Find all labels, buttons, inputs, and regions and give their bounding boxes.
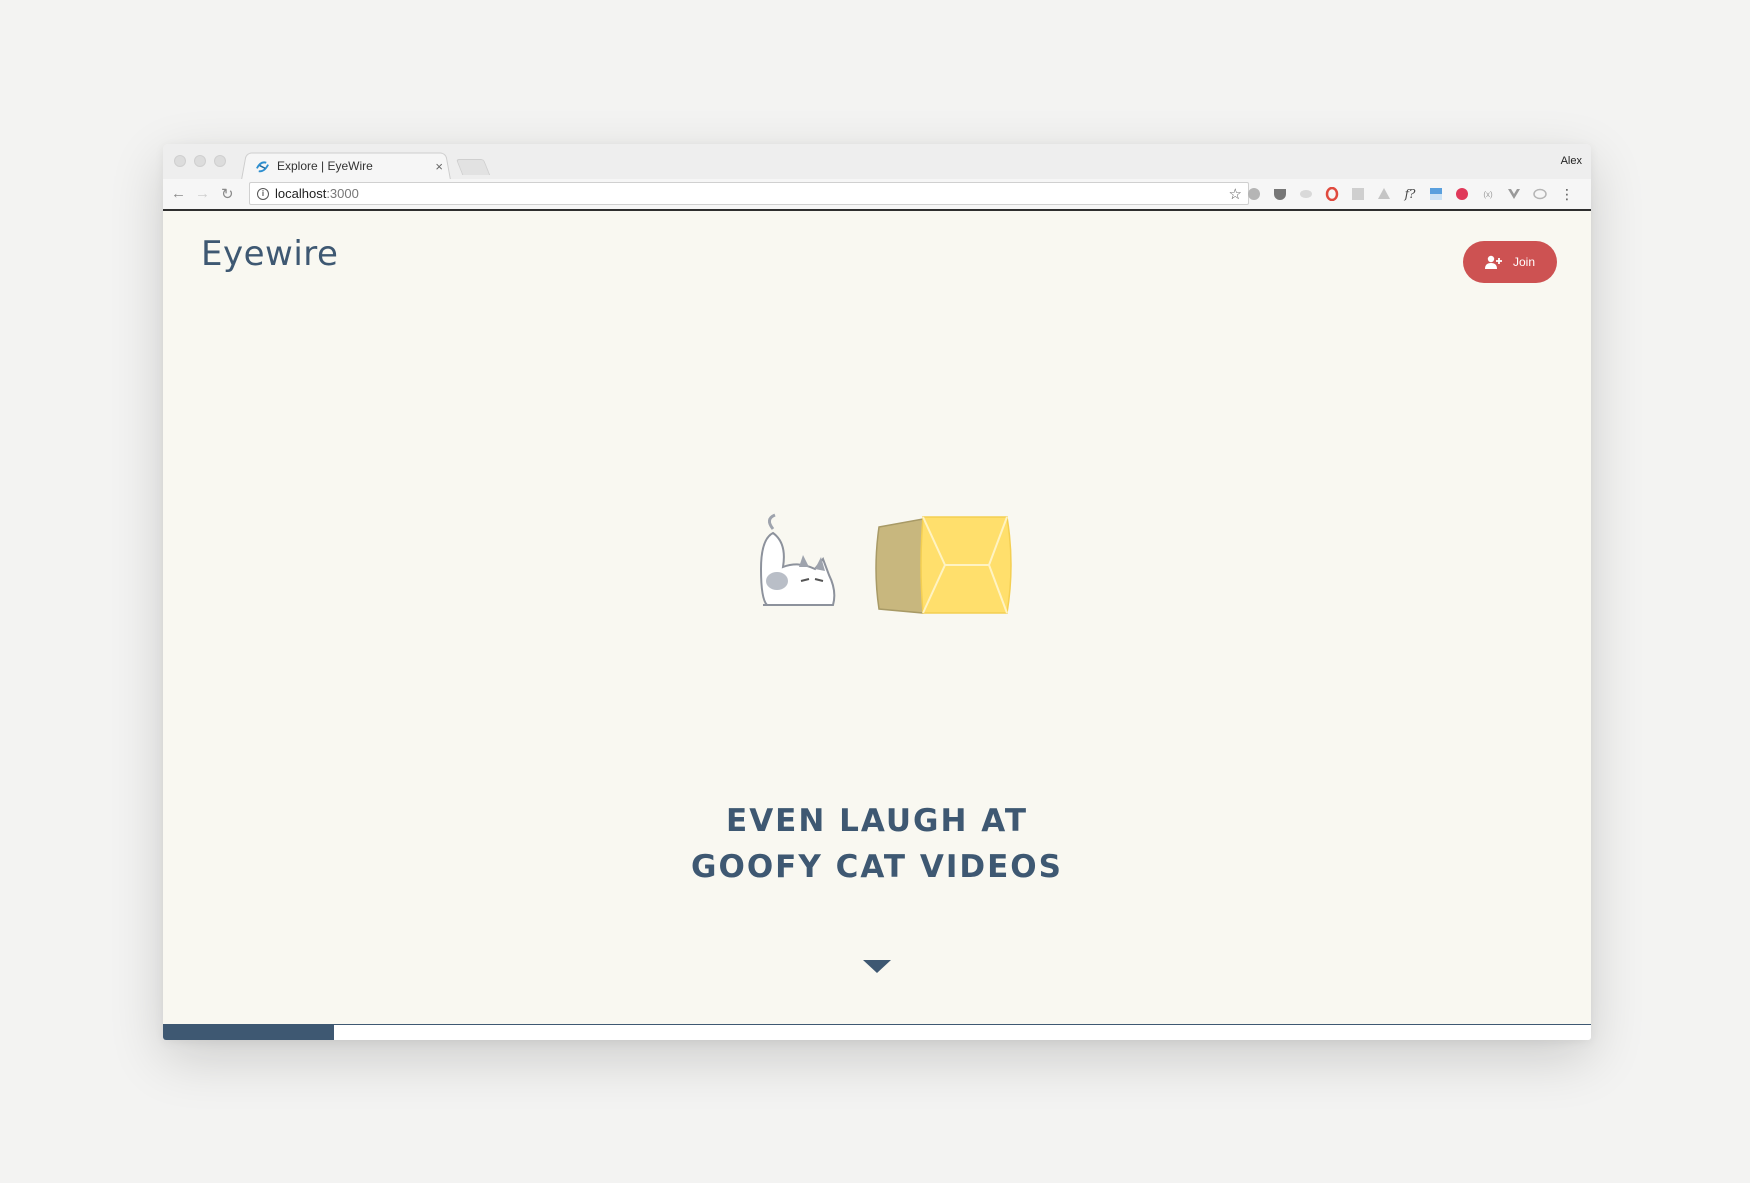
close-tab-icon[interactable]: ×	[435, 159, 443, 174]
cat-illustration	[759, 513, 836, 606]
address-bar[interactable]: i localhost :3000 ☆	[249, 182, 1249, 205]
chat-icon[interactable]	[1533, 187, 1547, 201]
browser-window: Explore | EyeWire × Alex ← → ↻ i localho…	[163, 144, 1591, 1040]
progress-bar	[163, 1024, 1591, 1040]
image-icon[interactable]	[1429, 187, 1443, 201]
tab-title: Explore | EyeWire	[277, 159, 373, 173]
site-info-icon[interactable]: i	[257, 187, 269, 200]
grey-leaf-icon[interactable]	[1299, 187, 1313, 201]
tab-strip: Explore | EyeWire × Alex	[163, 144, 1591, 180]
join-button[interactable]: Join	[1463, 241, 1557, 283]
close-window-button[interactable]	[174, 155, 186, 167]
back-arrow-icon[interactable]: ←	[171, 185, 186, 202]
pinterest-icon[interactable]	[1455, 187, 1469, 201]
join-label: Join	[1512, 255, 1535, 269]
url-port: :3000	[326, 186, 359, 201]
drive-icon[interactable]	[1377, 187, 1391, 201]
pocket-icon[interactable]	[1273, 187, 1287, 201]
vue-icon[interactable]	[1507, 187, 1521, 201]
headline-line-1: EVEN LAUGH AT	[726, 803, 1028, 839]
add-user-icon	[1484, 255, 1502, 269]
browser-toolbar: ← → ↻ i localhost :3000 ☆ f? (x) ⋮	[163, 179, 1591, 211]
progress-bar-fill	[163, 1025, 335, 1040]
box-illustration	[875, 516, 1012, 614]
adblock-icon[interactable]	[1247, 187, 1261, 201]
eyewire-logo[interactable]: Eyewire	[201, 234, 338, 274]
new-tab-button[interactable]	[455, 159, 491, 175]
browser-tab[interactable]: Explore | EyeWire ×	[247, 154, 447, 178]
eyewire-favicon-icon	[256, 160, 269, 172]
page-content: Eyewire Join EVEN LAUGH AT GOOFY CAT VID…	[163, 211, 1591, 1040]
profile-name[interactable]: Alex	[1561, 155, 1582, 167]
cat-and-box-illustration	[759, 513, 1012, 614]
g-icon[interactable]	[1351, 187, 1365, 201]
maximize-window-button[interactable]	[214, 155, 226, 167]
minimize-window-button[interactable]	[194, 155, 206, 167]
hero-headline: EVEN LAUGH AT GOOFY CAT VIDEOS	[163, 798, 1591, 890]
headline-line-2: GOOFY CAT VIDEOS	[691, 849, 1063, 885]
opera-icon[interactable]	[1325, 187, 1339, 201]
url-host: localhost	[275, 186, 327, 201]
scroll-down-arrow-icon[interactable]	[863, 960, 891, 973]
browser-menu-icon[interactable]: ⋮	[1560, 186, 1574, 202]
reload-icon[interactable]: ↻	[221, 185, 234, 203]
brackets-icon[interactable]: (x)	[1481, 187, 1495, 201]
bookmark-star-icon[interactable]: ☆	[1229, 185, 1242, 203]
window-controls	[174, 155, 226, 167]
formula-icon[interactable]: f?	[1403, 187, 1417, 201]
forward-arrow-icon[interactable]: →	[195, 185, 210, 202]
